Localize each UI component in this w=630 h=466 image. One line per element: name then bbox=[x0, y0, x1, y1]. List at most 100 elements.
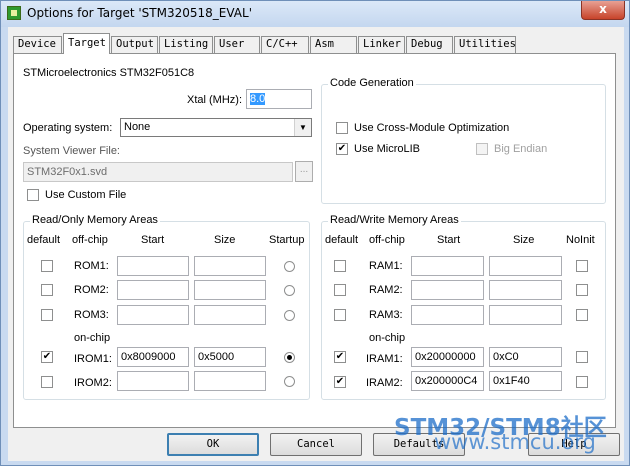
ram-header-default: default bbox=[325, 234, 359, 246]
iram2-noinit-checkbox[interactable] bbox=[576, 376, 588, 388]
iram1-label: IRAM1: bbox=[366, 353, 403, 365]
ram2-size-input[interactable] bbox=[489, 280, 562, 300]
rom1-size-input[interactable] bbox=[194, 256, 266, 276]
big-endian-label: Big Endian bbox=[494, 143, 548, 155]
ram-header-offchip: off-chip bbox=[369, 234, 405, 246]
rom2-label: ROM2: bbox=[74, 284, 109, 296]
tab-utilities[interactable]: Utilities bbox=[454, 36, 516, 53]
microlib-checkbox[interactable]: ✔ bbox=[336, 143, 348, 155]
rom3-size-input[interactable] bbox=[194, 305, 266, 325]
ram1-label: RAM1: bbox=[369, 260, 403, 272]
rom-header-startup: Startup bbox=[269, 234, 305, 246]
tab-strip: Device Target Output Listing User C/C++ … bbox=[13, 33, 613, 54]
irom1-size-input[interactable]: 0x5000 bbox=[194, 347, 266, 367]
help-button[interactable]: Help bbox=[528, 433, 620, 456]
tab-linker[interactable]: Linker bbox=[358, 36, 405, 53]
os-label: Operating system: bbox=[23, 122, 113, 134]
rom2-start-input[interactable] bbox=[117, 280, 189, 300]
iram2-start-input[interactable]: 0x200000C4 bbox=[411, 371, 484, 391]
rom2-size-input[interactable] bbox=[194, 280, 266, 300]
xtal-value: 8.0 bbox=[250, 93, 266, 105]
use-custom-file-label: Use Custom File bbox=[45, 189, 127, 201]
svf-label: System Viewer File: bbox=[23, 145, 120, 157]
iram1-default-checkbox[interactable]: ✔ bbox=[334, 351, 346, 363]
tab-user[interactable]: User bbox=[214, 36, 260, 53]
cancel-button[interactable]: Cancel bbox=[270, 433, 362, 456]
options-dialog: Options for Target 'STM320518_EVAL' x De… bbox=[0, 0, 630, 466]
rom1-label: ROM1: bbox=[74, 260, 109, 272]
rom3-default-checkbox[interactable] bbox=[41, 309, 53, 321]
ram2-noinit-checkbox[interactable] bbox=[576, 284, 588, 296]
iram1-noinit-checkbox[interactable] bbox=[576, 351, 588, 363]
rom-areas-title: Read/Only Memory Areas bbox=[30, 214, 160, 226]
device-name: STMicroelectronics STM32F051C8 bbox=[23, 67, 195, 79]
rom2-startup-radio[interactable] bbox=[284, 285, 295, 296]
irom2-start-input[interactable] bbox=[117, 371, 189, 391]
ram2-start-input[interactable] bbox=[411, 280, 484, 300]
iram1-start-input[interactable]: 0x20000000 bbox=[411, 347, 484, 367]
microlib-label: Use MicroLIB bbox=[354, 143, 421, 155]
rom3-start-input[interactable] bbox=[117, 305, 189, 325]
irom2-size-input[interactable] bbox=[194, 371, 266, 391]
tab-device[interactable]: Device bbox=[13, 36, 62, 53]
ram1-noinit-checkbox[interactable] bbox=[576, 260, 588, 272]
rom-onchip-label: on-chip bbox=[74, 332, 111, 344]
title-bar[interactable]: Options for Target 'STM320518_EVAL' x bbox=[1, 1, 629, 27]
ram3-size-input[interactable] bbox=[489, 305, 562, 325]
ok-button[interactable]: OK bbox=[167, 433, 259, 456]
rom-header-offchip: off-chip bbox=[72, 234, 108, 246]
irom1-start-input[interactable]: 0x8009000 bbox=[117, 347, 189, 367]
ram-onchip-label: on-chip bbox=[369, 332, 406, 344]
iram2-default-checkbox[interactable]: ✔ bbox=[334, 376, 346, 388]
close-button[interactable]: x bbox=[581, 1, 625, 20]
ram2-default-checkbox[interactable] bbox=[334, 284, 346, 296]
cross-module-label: Use Cross-Module Optimization bbox=[354, 122, 510, 134]
xtal-input[interactable]: 8.0 bbox=[246, 89, 312, 109]
tab-c-cpp[interactable]: C/C++ bbox=[261, 36, 309, 53]
ram3-noinit-checkbox[interactable] bbox=[576, 309, 588, 321]
ram-header-start: Start bbox=[437, 234, 461, 246]
check-icon: ✔ bbox=[42, 351, 52, 362]
code-generation-title: Code Generation bbox=[328, 77, 416, 89]
target-panel: STMicroelectronics STM32F051C8 Xtal (MHz… bbox=[13, 53, 616, 428]
irom2-label: IROM2: bbox=[74, 377, 112, 389]
keil-app-icon bbox=[7, 6, 21, 20]
iram2-label: IRAM2: bbox=[366, 377, 403, 389]
ram1-start-input[interactable] bbox=[411, 256, 484, 276]
rom1-default-checkbox[interactable] bbox=[41, 260, 53, 272]
tab-asm[interactable]: Asm bbox=[310, 36, 357, 53]
rom2-default-checkbox[interactable] bbox=[41, 284, 53, 296]
ram-header-noinit: NoInit bbox=[566, 234, 595, 246]
tab-target[interactable]: Target bbox=[63, 33, 110, 54]
irom1-default-checkbox[interactable]: ✔ bbox=[41, 351, 53, 363]
check-icon: ✔ bbox=[337, 143, 347, 154]
os-select[interactable]: None ▼ bbox=[120, 118, 312, 137]
use-custom-file-checkbox[interactable] bbox=[27, 189, 39, 201]
ram3-label: RAM3: bbox=[369, 309, 403, 321]
iram2-size-input[interactable]: 0x1F40 bbox=[489, 371, 562, 391]
rom1-startup-radio[interactable] bbox=[284, 261, 295, 272]
cross-module-checkbox[interactable] bbox=[336, 122, 348, 134]
rom3-label: ROM3: bbox=[74, 309, 109, 321]
irom1-startup-radio[interactable] bbox=[284, 352, 295, 363]
irom2-default-checkbox[interactable] bbox=[41, 376, 53, 388]
svf-browse-button[interactable]: ... bbox=[295, 161, 313, 182]
ram1-default-checkbox[interactable] bbox=[334, 260, 346, 272]
big-endian-checkbox[interactable] bbox=[476, 143, 488, 155]
ram1-size-input[interactable] bbox=[489, 256, 562, 276]
tab-output[interactable]: Output bbox=[111, 36, 158, 53]
defaults-button[interactable]: Defaults bbox=[373, 433, 465, 456]
irom2-startup-radio[interactable] bbox=[284, 376, 295, 387]
tab-debug[interactable]: Debug bbox=[406, 36, 453, 53]
rom3-startup-radio[interactable] bbox=[284, 310, 295, 321]
rom1-start-input[interactable] bbox=[117, 256, 189, 276]
ram3-start-input[interactable] bbox=[411, 305, 484, 325]
ram3-default-checkbox[interactable] bbox=[334, 309, 346, 321]
tab-listing[interactable]: Listing bbox=[159, 36, 213, 53]
rom-header-start: Start bbox=[141, 234, 165, 246]
rom-header-default: default bbox=[27, 234, 61, 246]
svf-input[interactable]: STM32F0x1.svd bbox=[23, 162, 293, 182]
iram1-size-input[interactable]: 0xC0 bbox=[489, 347, 562, 367]
os-value: None bbox=[124, 121, 151, 133]
ram2-label: RAM2: bbox=[369, 284, 403, 296]
